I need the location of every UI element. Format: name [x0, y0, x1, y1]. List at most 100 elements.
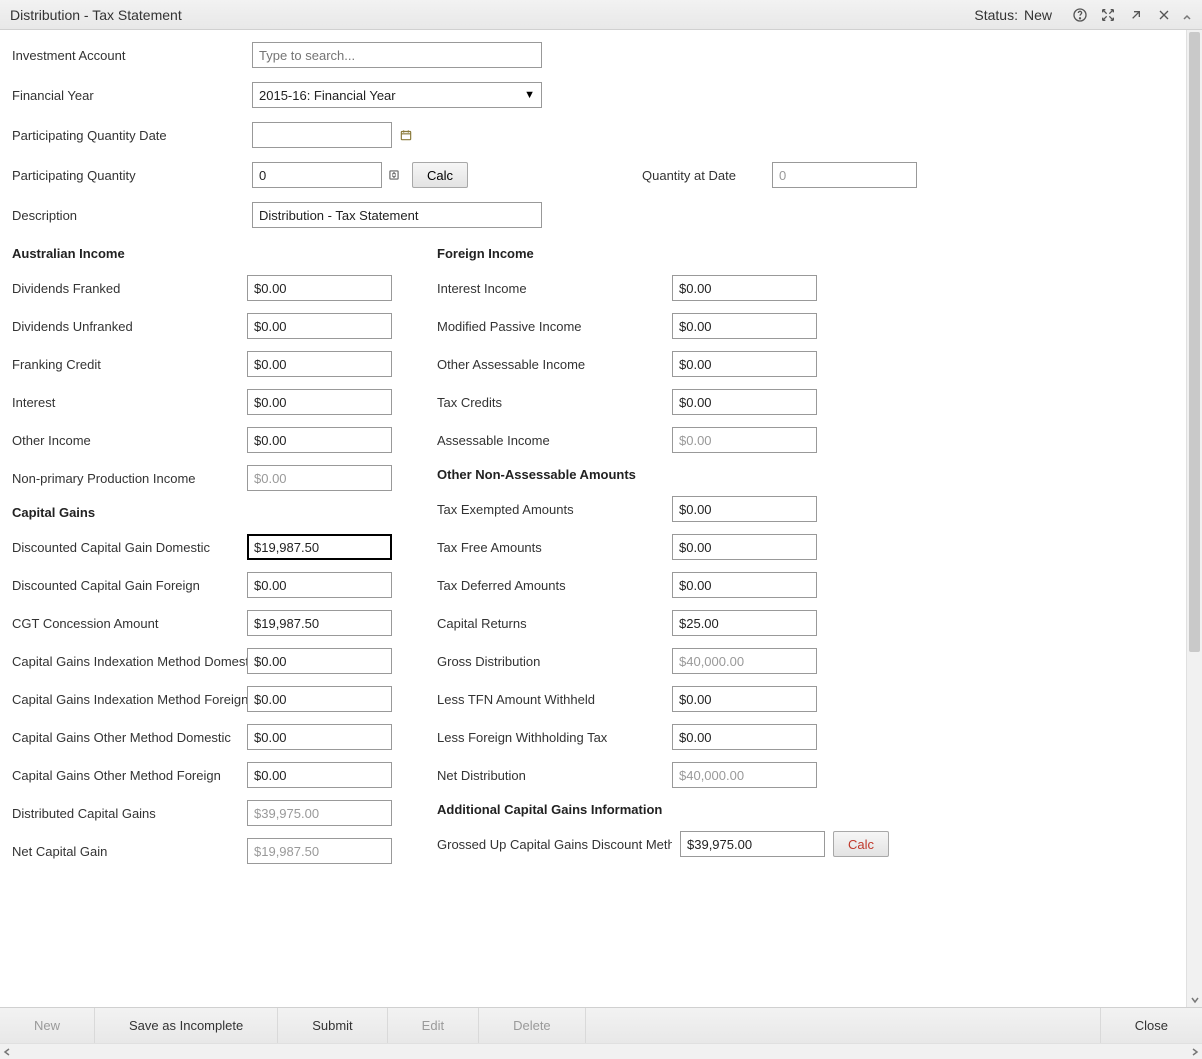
capital-gains-header: Capital Gains — [12, 505, 407, 520]
assessable-income-label: Assessable Income — [437, 433, 672, 448]
less-tfn-label: Less TFN Amount Withheld — [437, 692, 672, 707]
capital-returns-label: Capital Returns — [437, 616, 672, 631]
tax-free-label: Tax Free Amounts — [437, 540, 672, 555]
help-icon[interactable] — [1071, 6, 1089, 24]
idx-dom-input[interactable] — [247, 648, 392, 674]
titlebar-caret-icon[interactable] — [1182, 10, 1192, 20]
other-assess-input[interactable] — [672, 351, 817, 377]
tax-exempt-label: Tax Exempted Amounts — [437, 502, 672, 517]
scrollbar-thumb[interactable] — [1189, 32, 1200, 652]
close-button[interactable]: Close — [1100, 1008, 1202, 1043]
less-fwt-row: Less Foreign Withholding Tax — [437, 718, 889, 756]
participating-qty-input[interactable] — [252, 162, 382, 188]
submit-button[interactable]: Submit — [278, 1008, 387, 1043]
disc-for-row: Discounted Capital Gain Foreign — [12, 566, 407, 604]
gross-dist-label: Gross Distribution — [437, 654, 672, 669]
close-icon[interactable] — [1155, 6, 1173, 24]
less-fwt-label: Less Foreign Withholding Tax — [437, 730, 672, 745]
franking-credit-row: Franking Credit — [12, 345, 407, 383]
delete-button: Delete — [479, 1008, 586, 1043]
scroll-left-icon[interactable] — [0, 1044, 14, 1059]
other-income-input[interactable] — [247, 427, 392, 453]
dist-cg-output — [247, 800, 392, 826]
net-dist-row: Net Distribution — [437, 756, 889, 794]
disc-for-input[interactable] — [247, 572, 392, 598]
other-for-row: Capital Gains Other Method Foreign — [12, 756, 407, 794]
cgt-conc-label: CGT Concession Amount — [12, 616, 247, 631]
cgt-conc-row: CGT Concession Amount — [12, 604, 407, 642]
other-for-input[interactable] — [247, 762, 392, 788]
save-incomplete-button[interactable]: Save as Incomplete — [95, 1008, 278, 1043]
franking-credit-label: Franking Credit — [12, 357, 247, 372]
interest-label: Interest — [12, 395, 247, 410]
tax-credits-label: Tax Credits — [437, 395, 672, 410]
interest-input[interactable] — [247, 389, 392, 415]
mod-passive-input[interactable] — [672, 313, 817, 339]
investment-account-label: Investment Account — [12, 48, 252, 63]
grossed-up-label: Grossed Up Capital Gains Discount Method — [437, 837, 672, 852]
tax-credits-input[interactable] — [672, 389, 817, 415]
less-tfn-row: Less TFN Amount Withheld — [437, 680, 889, 718]
tax-deferred-input[interactable] — [672, 572, 817, 598]
horizontal-scrollbar[interactable] — [0, 1043, 1202, 1059]
tax-free-input[interactable] — [672, 534, 817, 560]
status-label: Status: — [974, 7, 1018, 23]
idx-for-input[interactable] — [247, 686, 392, 712]
foreign-income-header: Foreign Income — [437, 246, 889, 261]
grossed-up-row: Grossed Up Capital Gains Discount Method… — [437, 825, 889, 863]
tax-exempt-input[interactable] — [672, 496, 817, 522]
participating-qty-label: Participating Quantity — [12, 168, 252, 183]
description-input[interactable] — [252, 202, 542, 228]
qty-at-date-label: Quantity at Date — [632, 168, 772, 183]
status-value: New — [1024, 7, 1052, 23]
capital-returns-row: Capital Returns — [437, 604, 889, 642]
dividends-franked-input[interactable] — [247, 275, 392, 301]
popout-icon[interactable] — [1127, 6, 1145, 24]
less-tfn-input[interactable] — [672, 686, 817, 712]
additional-cg-header: Additional Capital Gains Information — [437, 802, 889, 817]
calendar-icon[interactable] — [398, 127, 414, 143]
disc-for-label: Discounted Capital Gain Foreign — [12, 578, 247, 593]
dividends-unfranked-input[interactable] — [247, 313, 392, 339]
qty-stepper-icon[interactable] — [386, 167, 402, 183]
interest-row: Interest — [12, 383, 407, 421]
capital-returns-input[interactable] — [672, 610, 817, 636]
grossed-up-input[interactable] — [680, 831, 825, 857]
assessable-income-row: Assessable Income — [437, 421, 889, 459]
fullscreen-icon[interactable] — [1099, 6, 1117, 24]
less-fwt-input[interactable] — [672, 724, 817, 750]
net-cg-output — [247, 838, 392, 864]
dist-cg-label: Distributed Capital Gains — [12, 806, 247, 821]
cgt-conc-input[interactable] — [247, 610, 392, 636]
financial-year-select[interactable]: 2015-16: Financial Year ▼ — [252, 82, 542, 108]
net-dist-output — [672, 762, 817, 788]
disc-dom-input[interactable] — [247, 534, 392, 560]
description-label: Description — [12, 208, 252, 223]
dividends-unfranked-row: Dividends Unfranked — [12, 307, 407, 345]
other-assess-row: Other Assessable Income — [437, 345, 889, 383]
idx-dom-label: Capital Gains Indexation Method Domestic — [12, 654, 247, 669]
window-title: Distribution - Tax Statement — [10, 7, 182, 23]
other-assess-label: Other Assessable Income — [437, 357, 672, 372]
gross-dist-output — [672, 648, 817, 674]
scroll-right-icon[interactable] — [1188, 1044, 1202, 1059]
calc-button[interactable]: Calc — [412, 162, 468, 188]
vertical-scrollbar[interactable] — [1186, 30, 1202, 1007]
tax-statement-window: Distribution - Tax Statement Status: New… — [0, 0, 1202, 1059]
form-area: Investment Account Financial Year 2015-1… — [0, 30, 1186, 1007]
australian-income-header: Australian Income — [12, 246, 407, 261]
other-dom-input[interactable] — [247, 724, 392, 750]
body: Investment Account Financial Year 2015-1… — [0, 30, 1202, 1007]
financial-year-value: 2015-16: Financial Year — [259, 88, 396, 103]
top-fields: Investment Account Financial Year 2015-1… — [12, 42, 1176, 228]
interest-income-input[interactable] — [672, 275, 817, 301]
grossed-up-calc-button[interactable]: Calc — [833, 831, 889, 857]
investment-account-input[interactable] — [252, 42, 542, 68]
participating-qty-date-input[interactable] — [252, 122, 392, 148]
net-dist-label: Net Distribution — [437, 768, 672, 783]
franking-credit-input[interactable] — [247, 351, 392, 377]
scroll-down-icon[interactable] — [1187, 993, 1202, 1007]
disc-dom-label: Discounted Capital Gain Domestic — [12, 540, 247, 555]
dist-cg-row: Distributed Capital Gains — [12, 794, 407, 832]
idx-for-label: Capital Gains Indexation Method Foreign — [12, 692, 247, 707]
